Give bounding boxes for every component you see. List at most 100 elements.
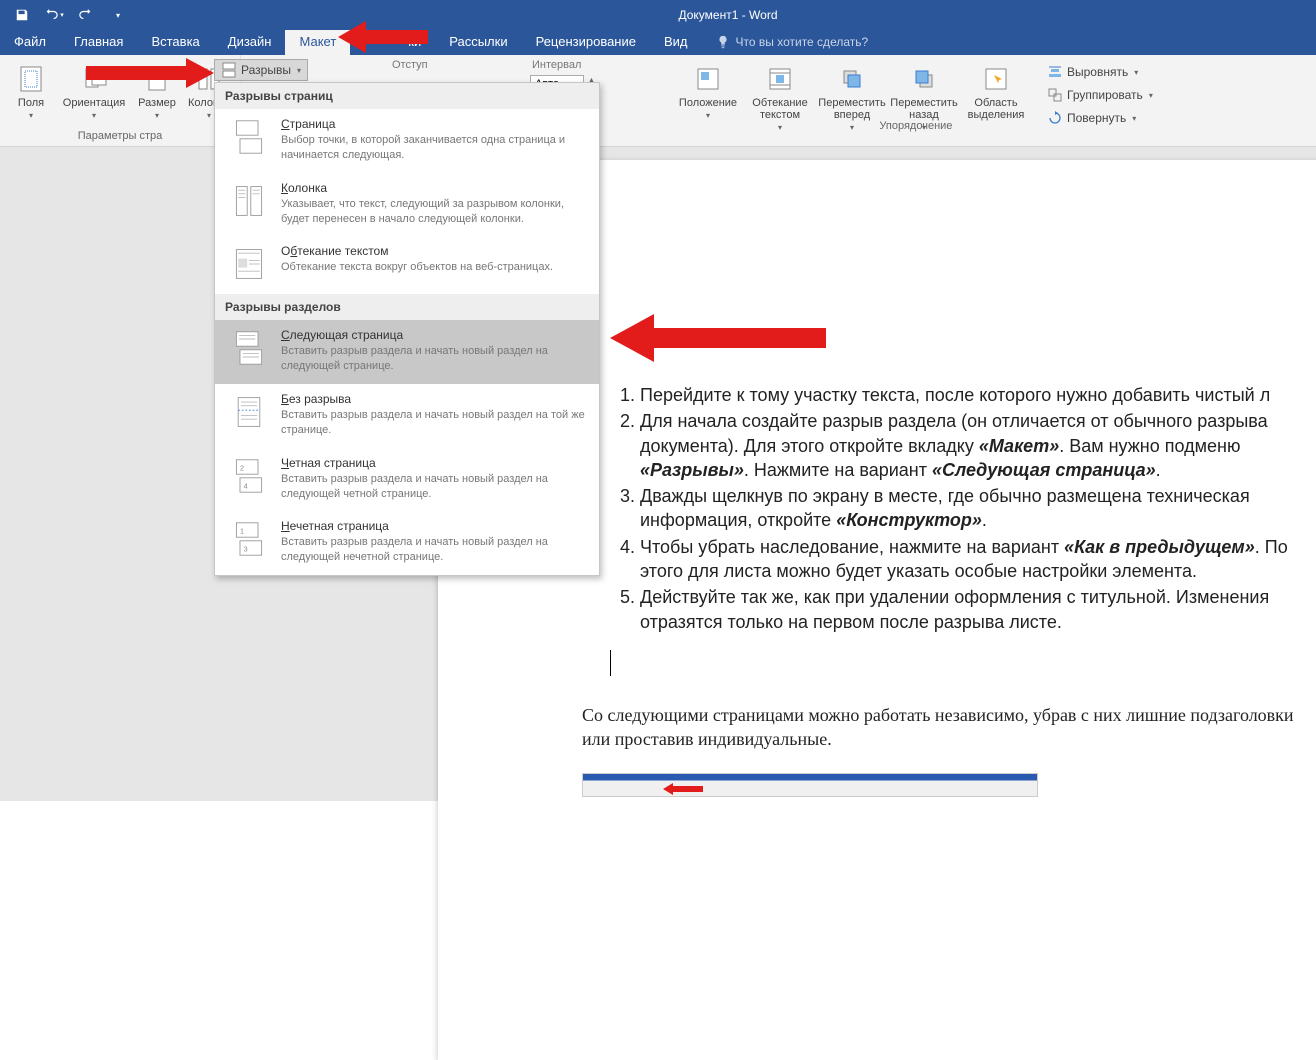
doc-list-item-4: Чтобы убрать наследование, нажмите на ва… [640,535,1316,584]
tab-home[interactable]: Главная [60,30,137,55]
embedded-screenshot-thumbnail [582,773,1038,797]
margins-label: Поля [18,97,44,109]
orientation-icon [80,65,108,93]
qat-customize[interactable]: ▾ [104,3,132,27]
document-paragraph: Со следующими страницами можно работать … [582,703,1306,752]
tab-insert[interactable]: Вставка [137,30,213,55]
dd-item-column[interactable]: Колонка Указывает, что текст, следующий … [215,173,599,237]
page-break-page-icon [231,119,267,155]
dd-item-next-page-title: Следующая страница [281,328,589,342]
svg-text:4: 4 [244,481,248,490]
doc-list-item-2: Для начала создайте разрыв раздела (он о… [640,409,1316,482]
svg-text:1: 1 [240,527,244,536]
ribbon-tabs: Файл Главная Вставка Дизайн Макет ки Рас… [0,30,1316,55]
page-setup-group-label: Параметры стра [78,128,162,144]
dd-item-odd-page[interactable]: 13 Нечетная страница Вставить разрыв раз… [215,511,599,575]
size-label: Размер [138,97,176,109]
dd-item-textwrap[interactable]: Обтекание текстом Обтекание текста вокру… [215,236,599,294]
breaks-button[interactable]: Разрывы ▾ [214,59,308,81]
quick-access-toolbar: ▾ ▾ [0,3,140,27]
align-button[interactable]: Выровнять▾ [1040,61,1160,83]
dd-item-even-page-desc: Вставить разрыв раздела и начать новый р… [281,472,589,502]
dd-item-continuous-desc: Вставить разрыв раздела и начать новый р… [281,408,589,438]
dd-item-page-desc: Выбор точки, в которой заканчивается одн… [281,133,589,163]
save-button[interactable] [8,3,36,27]
page-break-icon [221,62,237,78]
tab-file[interactable]: Файл [0,30,60,55]
undo-icon [44,8,58,22]
dd-item-next-page[interactable]: Следующая страница Вставить разрыв разде… [215,320,599,384]
group-arrange: Положение▾ Обтекание текстом▾ Переместит… [672,59,1160,132]
tab-references-partial[interactable]: ки [378,30,435,55]
lightbulb-icon [716,35,730,49]
window-title: Документ1 - Word [140,8,1316,22]
margins-button[interactable]: Поля▾ [6,59,56,128]
selection-pane-icon [982,65,1010,93]
breaks-label: Разрывы [241,63,291,77]
dd-section-page-breaks: Разрывы страниц [215,83,599,109]
dd-item-next-page-desc: Вставить разрыв раздела и начать новый р… [281,344,589,374]
next-page-section-icon [231,330,267,366]
redo-icon [79,8,93,22]
send-backward-icon [910,65,938,93]
tell-me-label: Что вы хотите сделать? [736,35,869,49]
tab-review[interactable]: Рецензирование [522,30,650,55]
even-page-section-icon: 24 [231,458,267,494]
document-content: Перейдите к тому участку текста, после к… [582,383,1316,636]
continuous-section-icon [231,394,267,430]
indent-header: Отступ [390,59,530,71]
column-break-icon [231,183,267,219]
align-icon [1047,64,1063,80]
arrange-group-label: Упорядочение [672,118,1160,134]
breaks-dropdown: Разрывы страниц ССтраницатраница Выбор т… [214,82,600,576]
bring-forward-icon [838,65,866,93]
tab-view[interactable]: Вид [650,30,702,55]
orientation-button[interactable]: Ориентация▾ [58,59,130,128]
position-label: Положение [679,97,737,109]
group-button[interactable]: Группировать▾ [1040,84,1160,106]
text-cursor [610,650,611,676]
dd-item-odd-page-desc: Вставить разрыв раздела и начать новый р… [281,535,589,565]
dd-item-textwrap-desc: Обтекание текста вокруг объектов на веб-… [281,260,589,275]
dd-item-odd-page-title: Нечетная страница [281,519,589,533]
dd-item-page[interactable]: ССтраницатраница Выбор точки, в которой … [215,109,599,173]
align-label: Выровнять [1067,65,1128,79]
dd-item-textwrap-title: Обтекание текстом [281,244,589,258]
group-indent: Отступ [390,59,530,71]
doc-list-item-1: Перейдите к тому участку текста, после к… [640,383,1316,407]
undo-button[interactable]: ▾ [40,3,68,27]
dd-item-column-desc: Указывает, что текст, следующий за разры… [281,197,589,227]
dd-section-section-breaks: Разрывы разделов [215,294,599,320]
group-icon [1047,87,1063,103]
size-icon [143,65,171,93]
dd-item-column-title: Колонка [281,181,589,195]
odd-page-section-icon: 13 [231,521,267,557]
tab-design[interactable]: Дизайн [214,30,286,55]
position-icon [694,65,722,93]
orientation-label: Ориентация [63,97,125,109]
group-label: Группировать [1067,88,1143,102]
size-button[interactable]: Размер▾ [132,59,182,128]
margins-icon [17,65,45,93]
dd-item-continuous[interactable]: Без разрыва Вставить разрыв раздела и на… [215,384,599,448]
spacing-header: Интервал [530,59,670,71]
dd-item-page-title: ССтраницатраница [281,117,589,131]
tab-layout[interactable]: Макет [285,30,350,55]
tell-me-search[interactable]: Что вы хотите сделать? [702,35,883,55]
dd-item-even-page-title: Четная страница [281,456,589,470]
embedded-arrow-icon [663,783,703,795]
redo-button[interactable] [72,3,100,27]
tab-mailings[interactable]: Рассылки [435,30,521,55]
text-wrap-break-icon [231,246,267,282]
group-page-setup: Поля▾ Ориентация▾ Размер▾ Колонки▾ Парам… [0,55,241,146]
doc-list-item-3: Дважды щелкнув по экрану в месте, где об… [640,484,1316,533]
ribbon: Поля▾ Ориентация▾ Размер▾ Колонки▾ Парам… [0,55,1316,147]
wrap-text-icon [766,65,794,93]
svg-text:3: 3 [244,545,248,554]
dd-item-even-page[interactable]: 24 Четная страница Вставить разрыв разде… [215,448,599,512]
save-icon [15,8,29,22]
dd-item-continuous-title: Без разрыва [281,392,589,406]
doc-list-item-5: Действуйте так же, как при удалении офор… [640,585,1316,634]
svg-text:2: 2 [240,463,244,472]
title-bar: ▾ ▾ Документ1 - Word [0,0,1316,30]
